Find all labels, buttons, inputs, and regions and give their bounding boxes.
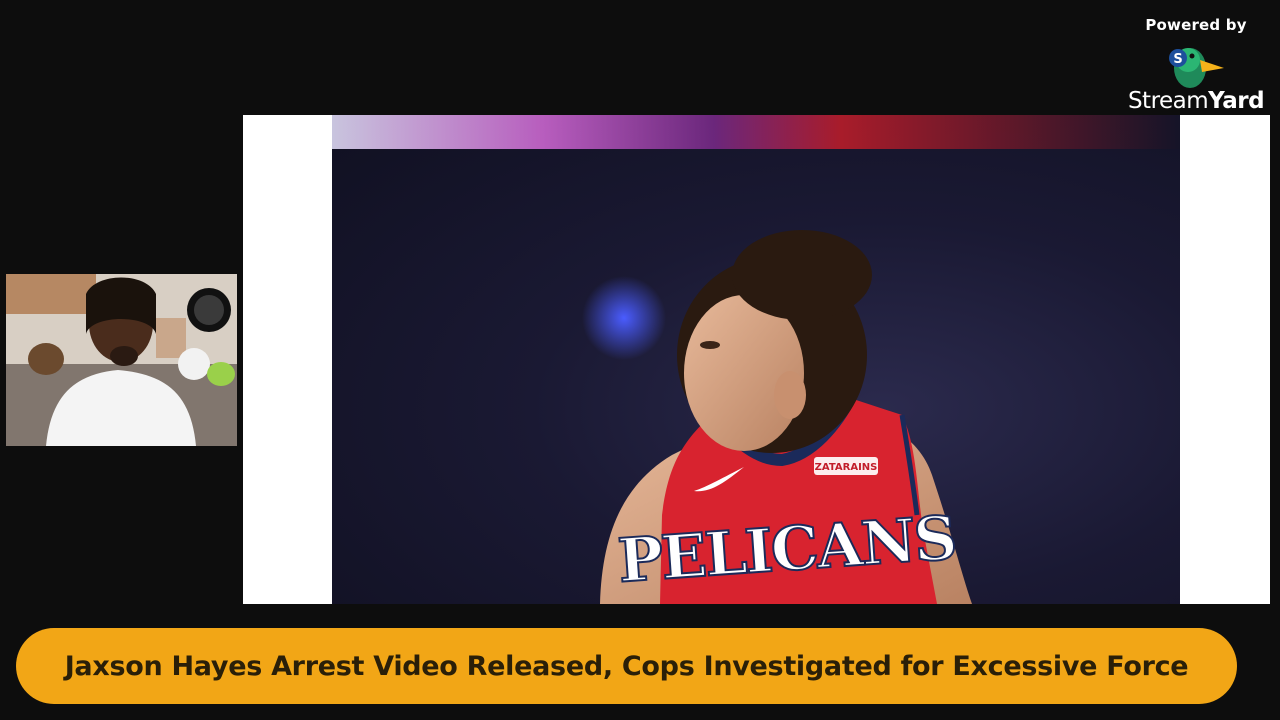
logo-badge: S xyxy=(1173,52,1182,67)
patch-text: ZATARAINS xyxy=(815,462,878,473)
plush-bear xyxy=(178,348,210,380)
stream-canvas: Powered by S StreamYard ZATARAINS PELICA… xyxy=(0,0,1280,720)
streamyard-branding: Powered by S StreamYard xyxy=(1126,16,1266,114)
headline-banner: Jaxson Hayes Arrest Video Released, Cops… xyxy=(16,628,1237,704)
blue-arena-light xyxy=(582,276,666,360)
headline-text: Jaxson Hayes Arrest Video Released, Cops… xyxy=(64,650,1189,682)
screen-share: ZATARAINS PELICANS xyxy=(243,115,1270,604)
webcam-feed xyxy=(6,274,237,446)
plush-toy xyxy=(28,343,64,375)
arena-lights xyxy=(332,115,1180,149)
wordmark-yard: Yard xyxy=(1208,88,1265,114)
wall-stairs xyxy=(6,274,96,314)
streamyard-wordmark: StreamYard xyxy=(1127,88,1265,114)
player-ear xyxy=(774,371,806,419)
host-webcam xyxy=(6,274,237,446)
player-illustration: ZATARAINS PELICANS xyxy=(332,115,1180,604)
powered-by-label: Powered by xyxy=(1145,16,1247,34)
picture-frame xyxy=(156,318,186,358)
player-photo: ZATARAINS PELICANS xyxy=(332,115,1180,604)
wordmark-stream: Stream xyxy=(1127,88,1209,114)
